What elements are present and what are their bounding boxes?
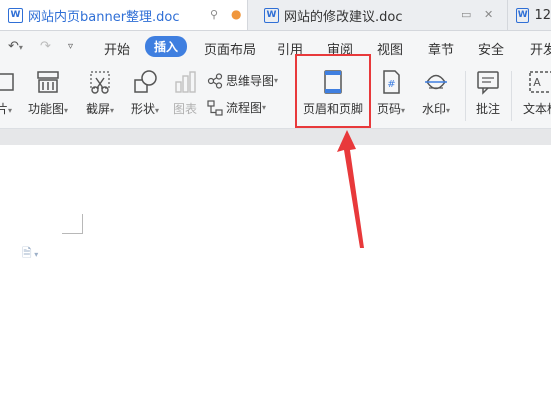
red-arrow-icon	[337, 130, 364, 248]
annotation-arrow	[337, 130, 364, 248]
